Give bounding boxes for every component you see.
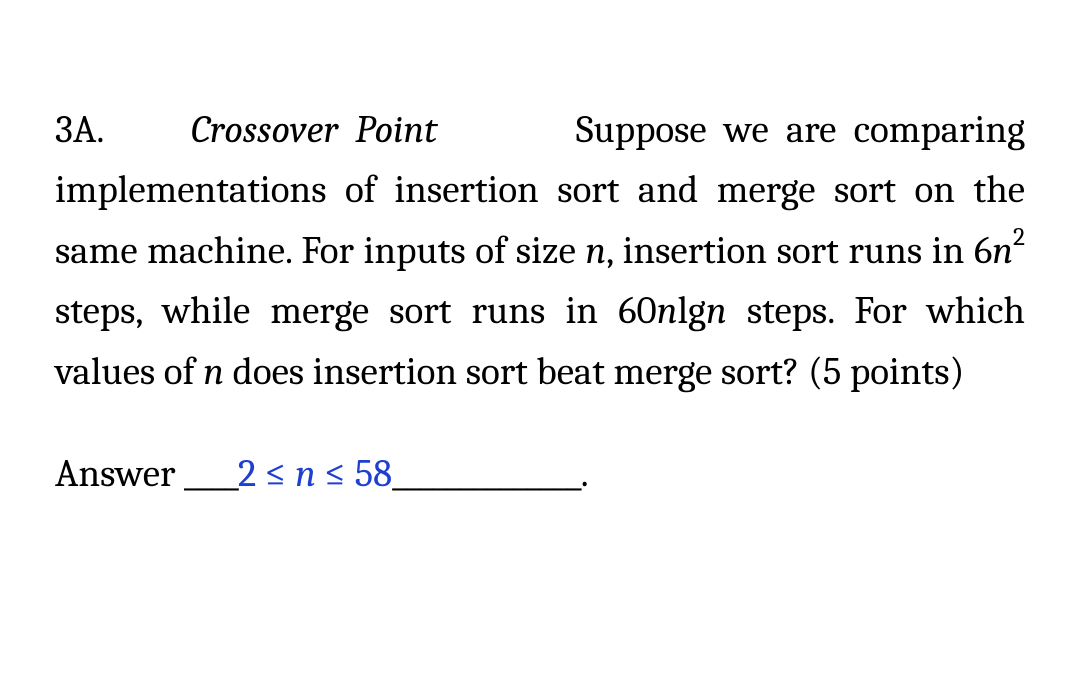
answer-line: Answer ____2 ≤ n ≤ 58______________.: [55, 444, 1025, 504]
answer-prefix: 2 ≤: [238, 451, 295, 496]
variable-n: n: [585, 228, 606, 273]
problem-body-5: does insertion sort beat merge sort? (5 …: [224, 349, 964, 394]
variable-n: n: [992, 228, 1013, 273]
variable-n: n: [657, 288, 678, 333]
problem-title: Crossover Point: [191, 107, 438, 152]
exponent-2: 2: [1013, 223, 1025, 252]
answer-value: 2 ≤ n ≤ 58: [238, 451, 392, 496]
variable-n: n: [706, 288, 727, 333]
variable-n: n: [203, 349, 224, 394]
text-lg: lg: [677, 288, 705, 333]
problem-body-3: steps, while merge sort runs in 60: [55, 288, 657, 333]
problem-number: 3A.: [55, 107, 104, 152]
blank-after: ______________: [392, 451, 581, 496]
answer-label: Answer: [55, 451, 184, 496]
answer-suffix: ≤ 58: [316, 451, 392, 496]
answer-period: .: [581, 451, 589, 496]
problem-body-2: , insertion sort runs in 6: [606, 228, 992, 273]
answer-variable-n: n: [295, 451, 316, 496]
problem-paragraph: 3A. Crossover Point Suppose we are compa…: [55, 100, 1025, 402]
blank-before: ____: [184, 451, 238, 496]
